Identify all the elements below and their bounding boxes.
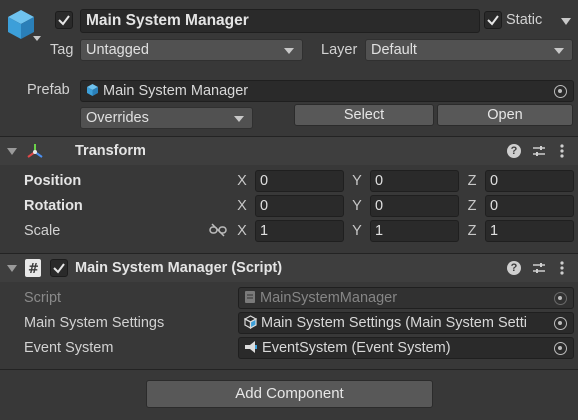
overrides-dropdown[interactable]: Overrides [80, 107, 253, 129]
prefab-cube-icon [87, 84, 98, 96]
transform-icon [25, 142, 45, 160]
gameobject-cube-icon[interactable] [6, 8, 36, 42]
foldout-arrow-icon[interactable] [7, 148, 17, 155]
rotation-z-axis-label[interactable]: Z [465, 198, 479, 214]
script-component-header[interactable]: # Main System Manager (Script) ? [0, 254, 578, 282]
help-icon[interactable]: ? [507, 144, 521, 158]
position-label[interactable]: Position [24, 173, 81, 189]
scale-y-field[interactable]: 1 [370, 220, 459, 242]
prefab-open-button[interactable]: Open [437, 104, 573, 126]
prefab-label: Prefab [27, 82, 70, 98]
icon-dropdown-arrow-icon[interactable] [33, 36, 41, 41]
event-system-label[interactable]: Event System [24, 340, 113, 356]
event-system-value: EventSystem (Event System) [262, 340, 451, 356]
object-picker-icon [554, 292, 567, 305]
position-y-axis-label[interactable]: Y [350, 173, 364, 189]
tag-dropdown[interactable]: Untagged [80, 39, 303, 61]
rotation-y-field[interactable]: 0 [370, 195, 459, 217]
position-y-field[interactable]: 0 [370, 170, 459, 192]
position-x-axis-label[interactable]: X [235, 173, 249, 189]
prefab-field[interactable]: Main System Manager [80, 80, 574, 102]
rotation-x-field[interactable]: 0 [255, 195, 344, 217]
static-checkbox[interactable] [484, 11, 502, 29]
presets-icon[interactable] [532, 144, 546, 158]
scale-x-field[interactable]: 1 [255, 220, 344, 242]
object-picker-icon[interactable] [554, 85, 567, 98]
script-file-icon [245, 291, 255, 303]
position-z-field[interactable]: 0 [485, 170, 574, 192]
object-name-input[interactable]: Main System Manager [80, 9, 480, 33]
rotation-x-axis-label[interactable]: X [235, 198, 249, 214]
transform-title: Transform [75, 143, 146, 159]
script-component-title: Main System Manager (Script) [75, 260, 283, 276]
main-system-settings-label[interactable]: Main System Settings [24, 315, 164, 331]
chevron-down-icon [234, 116, 244, 122]
object-picker-icon[interactable] [554, 342, 567, 355]
scriptable-object-icon [243, 315, 258, 330]
layer-dropdown[interactable]: Default [365, 39, 573, 61]
more-options-icon[interactable] [560, 260, 564, 276]
main-system-settings-value: Main System Settings (Main System Setti [261, 315, 527, 331]
help-icon[interactable]: ? [507, 261, 521, 275]
static-label: Static [506, 12, 543, 28]
position-x-field[interactable]: 0 [255, 170, 344, 192]
layer-value: Default [371, 42, 417, 58]
main-system-settings-field[interactable]: Main System Settings (Main System Setti [238, 312, 574, 334]
scale-y-axis-label[interactable]: Y [350, 223, 364, 239]
prefab-select-button[interactable]: Select [294, 104, 434, 126]
script-label: Script [24, 290, 62, 306]
chevron-down-icon [554, 48, 564, 54]
script-hash-icon: # [25, 259, 41, 277]
scale-z-axis-label[interactable]: Z [465, 223, 479, 239]
rotation-label[interactable]: Rotation [24, 198, 83, 214]
scale-label[interactable]: Scale [24, 223, 60, 239]
rotation-y-axis-label[interactable]: Y [350, 198, 364, 214]
scale-z-field[interactable]: 1 [485, 220, 574, 242]
scale-x-axis-label[interactable]: X [235, 223, 249, 239]
separator [0, 369, 578, 370]
prefab-value: Main System Manager [103, 83, 249, 99]
rotation-z-field[interactable]: 0 [485, 195, 574, 217]
tag-label: Tag [50, 42, 74, 58]
presets-icon[interactable] [532, 261, 546, 275]
script-field: MainSystemManager [238, 287, 574, 309]
add-component-button[interactable]: Add Component [146, 380, 433, 408]
foldout-arrow-icon[interactable] [7, 265, 17, 272]
script-value: MainSystemManager [260, 290, 398, 306]
tag-value: Untagged [86, 42, 149, 58]
active-checkbox[interactable] [55, 11, 73, 29]
position-z-axis-label[interactable]: Z [465, 173, 479, 189]
static-dropdown-arrow-icon[interactable] [561, 18, 571, 25]
object-picker-icon[interactable] [554, 317, 567, 330]
transform-header[interactable]: Transform ? [0, 137, 578, 165]
svg-text:#: # [28, 262, 39, 277]
layer-label: Layer [321, 42, 358, 58]
more-options-icon[interactable] [560, 143, 564, 159]
event-system-field[interactable]: EventSystem (Event System) [238, 337, 574, 359]
event-system-icon [245, 341, 257, 353]
constrain-proportions-icon[interactable] [209, 223, 227, 237]
script-enabled-checkbox[interactable] [50, 259, 68, 277]
chevron-down-icon [284, 48, 294, 54]
overrides-label: Overrides [86, 110, 149, 126]
